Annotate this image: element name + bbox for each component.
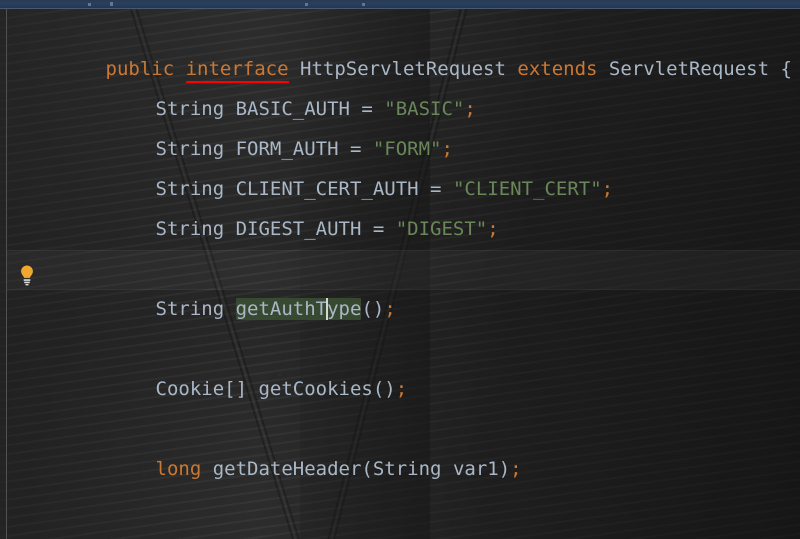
token-parens: ()	[361, 298, 385, 320]
code-line[interactable]: String getHeader(String var1);	[64, 489, 499, 539]
token-brace-open: {	[769, 58, 792, 80]
token-semicolon: ;	[601, 178, 614, 200]
title-bar-speck	[362, 3, 365, 6]
token-return-type: String	[155, 298, 236, 320]
token-method-name-part2: ype	[327, 298, 362, 320]
token-method-name-part1: getAuthT	[235, 298, 328, 320]
code-line[interactable]: public interface HttpServletRequest exte…	[14, 9, 792, 83]
title-bar-sliver	[0, 0, 800, 9]
title-bar-speck	[110, 2, 113, 6]
token-semicolon: ;	[510, 458, 522, 480]
token-method-declaration: Cookie[] getCookies()	[155, 378, 396, 400]
code-line[interactable]: Cookie[] getCookies();	[64, 329, 408, 400]
token-string: "DIGEST"	[395, 218, 488, 240]
code-line[interactable]: String FORM_AUTH = "FORM";	[64, 89, 453, 160]
title-bar-speck	[305, 3, 308, 6]
token-keyword-long: long	[155, 458, 202, 480]
token-semicolon: ;	[464, 98, 476, 120]
code-editor[interactable]: public interface HttpServletRequest exte…	[0, 9, 800, 539]
token-semicolon: ;	[384, 298, 396, 320]
code-line-active[interactable]: String getAuthType();	[64, 249, 396, 320]
title-bar-speck	[88, 3, 91, 6]
code-line[interactable]: String CLIENT_CERT_AUTH = "CLIENT_CERT";	[64, 129, 614, 200]
token-type-servletrequest: ServletRequest	[608, 58, 770, 80]
token-semicolon: ;	[395, 378, 408, 400]
ide-window: public interface HttpServletRequest exte…	[0, 0, 800, 539]
token-keyword-extends: extends	[517, 58, 598, 80]
token-method-declaration: getDateHeader(String var1)	[201, 458, 511, 480]
token-declaration: String DIGEST_AUTH =	[155, 218, 396, 240]
token-semicolon: ;	[487, 218, 499, 240]
code-line[interactable]: String DIGEST_AUTH = "DIGEST";	[64, 169, 499, 240]
code-line[interactable]: long getDateHeader(String var1);	[64, 409, 522, 480]
code-line[interactable]: String BASIC_AUTH = "BASIC";	[64, 49, 476, 120]
highlighted-identifier[interactable]: getAuthType	[235, 298, 362, 320]
code-text-layer: public interface HttpServletRequest exte…	[0, 9, 800, 539]
